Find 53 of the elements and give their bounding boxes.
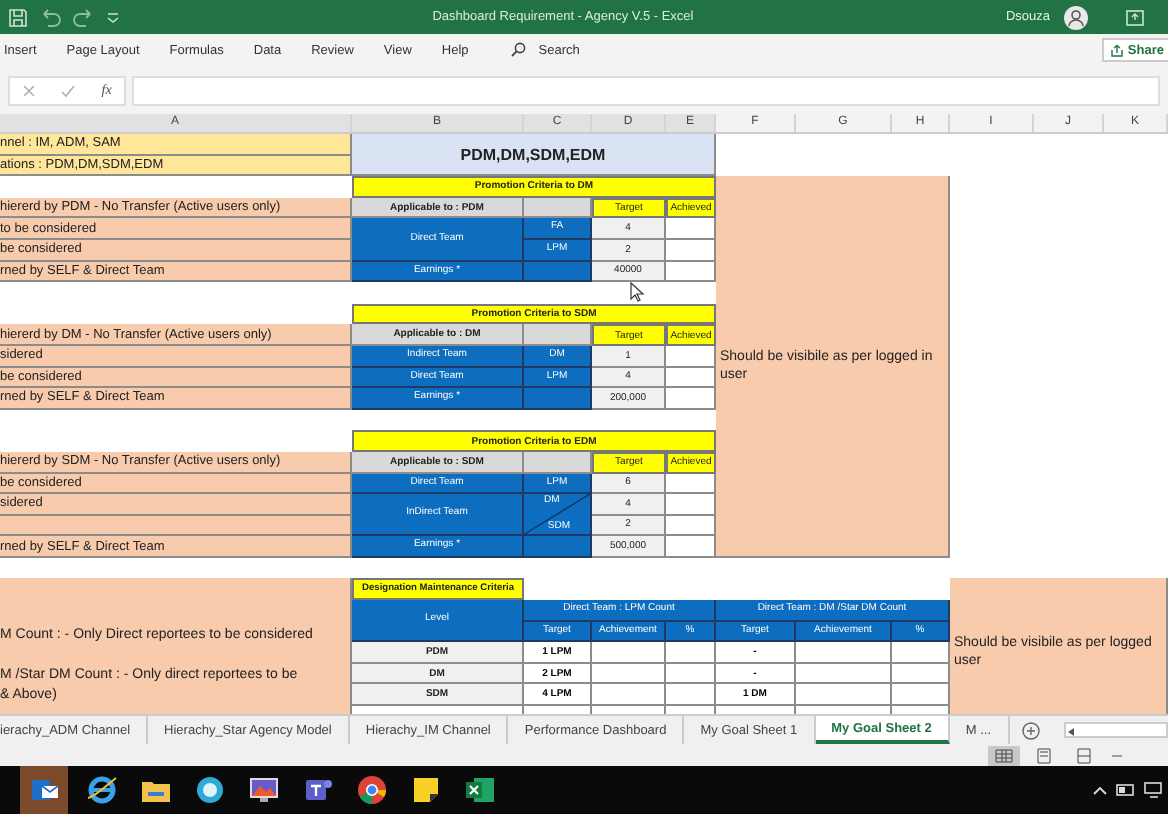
network-icon[interactable]: [1144, 782, 1164, 798]
horizontal-scrollbar[interactable]: [1063, 722, 1168, 738]
table-cell: [892, 642, 950, 664]
sticky-note-icon[interactable]: [410, 774, 442, 806]
table-cell: [796, 663, 892, 685]
table-cell: [796, 642, 892, 664]
table-cell: [666, 494, 716, 516]
share-icon: [1109, 43, 1124, 57]
table-cell: [666, 345, 716, 368]
tray-caret-icon[interactable]: [1092, 784, 1108, 796]
undo-icon[interactable]: [38, 7, 62, 27]
pointer-icon: [630, 282, 644, 302]
table-cell: [666, 261, 716, 283]
table-cell: [524, 324, 592, 346]
save-icon[interactable]: [8, 7, 28, 27]
table-cell: [592, 642, 666, 664]
formula-input[interactable]: [132, 75, 1160, 105]
excel-icon[interactable]: [464, 774, 496, 806]
mail-app-icon[interactable]: [20, 766, 68, 814]
customize-caret-icon[interactable]: [106, 10, 120, 24]
battery-icon[interactable]: [1116, 782, 1136, 798]
table-cell: [592, 663, 666, 685]
picture-app-icon[interactable]: [248, 774, 280, 806]
table-cell: [666, 218, 716, 240]
search-icon: [510, 42, 527, 58]
table-cell: [666, 536, 716, 558]
table-cell: [666, 388, 716, 410]
table-cell: [796, 684, 892, 707]
table-cell: [892, 663, 950, 685]
table-cell: [524, 451, 592, 473]
browser-e-icon[interactable]: [86, 774, 118, 806]
table-cell: [892, 684, 950, 707]
table-cell: [524, 388, 592, 410]
table-cell: [524, 197, 592, 219]
table-cell: [666, 239, 716, 262]
table-cell: [666, 515, 716, 537]
table-cell: [592, 684, 666, 707]
circle-app-icon[interactable]: [194, 774, 226, 806]
table-cell: [666, 367, 716, 389]
redo-icon[interactable]: [72, 7, 96, 27]
chrome-icon[interactable]: [356, 774, 388, 806]
banner-cell: PDM,DM,SDM,EDM: [352, 134, 716, 177]
teams-icon[interactable]: [302, 774, 334, 806]
add-sheet-icon[interactable]: [1021, 721, 1039, 739]
avatar-icon[interactable]: [1064, 5, 1088, 29]
table-cell: [524, 261, 592, 283]
table-cell: [666, 642, 716, 664]
check-icon[interactable]: [60, 83, 77, 97]
table-cell: [666, 684, 716, 707]
table-cell: [666, 473, 716, 495]
table-cell: [666, 663, 716, 685]
ribbon-display-icon[interactable]: [1126, 9, 1144, 25]
normal-view-icon[interactable]: [988, 745, 1020, 765]
